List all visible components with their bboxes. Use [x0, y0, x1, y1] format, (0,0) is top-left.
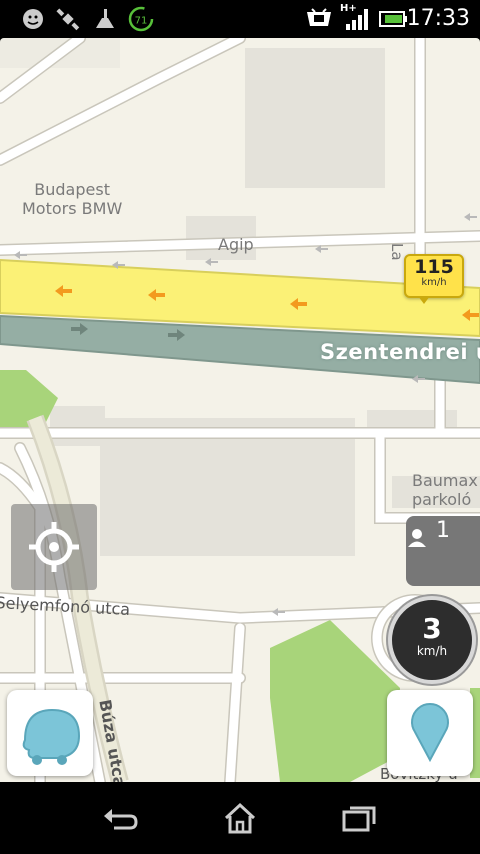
system-navbar [0, 782, 480, 854]
speed-limit-value: 115 [414, 256, 454, 278]
satellite-icon [56, 8, 80, 31]
map-pin-icon [411, 703, 449, 763]
current-speed-value: 3 [422, 612, 442, 645]
poi-budapest-motors[interactable]: Budapest Motors BMW [22, 180, 122, 218]
street-label-szentendrei: Szentendrei út [320, 340, 480, 364]
battery-saver-icon: 71 [128, 6, 154, 32]
home-icon[interactable] [220, 802, 260, 834]
main-menu-button[interactable] [7, 690, 93, 776]
locate-me-button[interactable] [11, 504, 97, 590]
back-icon[interactable] [100, 802, 140, 834]
speed-limit-flag[interactable]: 115 km/h [404, 254, 464, 304]
status-bar: 71 H+ 17:33 [0, 0, 480, 38]
map-view[interactable]: Budapest Motors BMW Agip Baumax parkoló … [0, 38, 480, 782]
signal-icon [346, 9, 368, 30]
clock: 17:33 [406, 6, 470, 31]
person-icon [408, 529, 426, 547]
report-button[interactable] [387, 690, 473, 776]
poi-baumax[interactable]: Baumax parkoló [412, 471, 478, 509]
tv-icon [307, 8, 331, 26]
crosshair-icon [29, 522, 79, 572]
waze-icon [23, 9, 43, 29]
battery-percent: 71 [135, 16, 148, 27]
recents-icon[interactable] [340, 802, 380, 834]
battery-icon [379, 11, 407, 27]
nearby-users-button[interactable]: 1 [406, 516, 480, 586]
speedometer: 3 km/h [388, 596, 476, 684]
poi-agip[interactable]: Agip [218, 235, 254, 254]
cleaner-icon [96, 9, 114, 28]
current-speed-unit: km/h [416, 644, 448, 658]
waze-icon [22, 708, 81, 765]
speed-limit-unit: km/h [421, 277, 447, 288]
